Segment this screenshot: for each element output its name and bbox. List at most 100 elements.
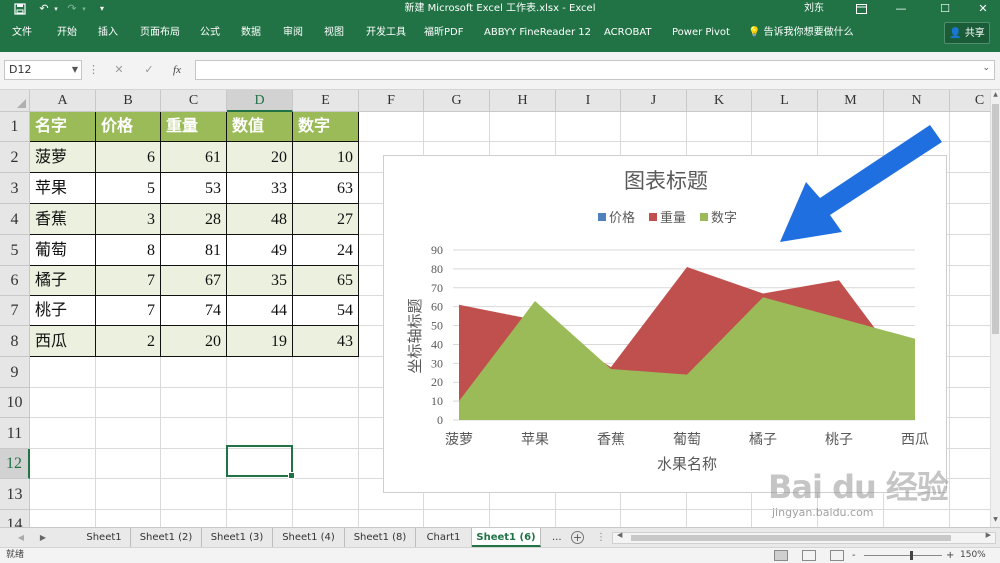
table-cell[interactable]: 48	[227, 204, 293, 235]
sheet-prev-icon[interactable]: ◀	[14, 528, 28, 548]
column-header-a[interactable]: A	[30, 90, 96, 112]
vertical-scrollbar[interactable]: ▲ ▼	[990, 90, 1000, 527]
table-cell[interactable]: 65	[293, 266, 359, 296]
table-cell[interactable]: 49	[227, 235, 293, 266]
row-header-1[interactable]: 1	[0, 112, 30, 142]
horizontal-scrollbar[interactable]: ◀ ▶	[612, 531, 996, 544]
sheet-tab-5[interactable]: Chart1	[416, 528, 472, 547]
row-header-10[interactable]: 10	[0, 388, 30, 418]
column-header-d[interactable]: D	[227, 90, 293, 112]
zoom-level[interactable]: 150%	[960, 548, 986, 563]
column-header-n[interactable]: N	[884, 90, 950, 112]
row-header-2[interactable]: 2	[0, 142, 30, 173]
table-header-cell[interactable]: 名字	[30, 112, 96, 142]
close-icon[interactable]: ✕	[968, 0, 998, 18]
sheet-tab-1[interactable]: Sheet1 (2)	[131, 528, 202, 547]
row-header-4[interactable]: 4	[0, 204, 30, 235]
table-cell[interactable]: 橘子	[30, 266, 96, 296]
vertical-scroll-thumb[interactable]	[992, 104, 999, 334]
table-cell[interactable]: 香蕉	[30, 204, 96, 235]
table-header-cell[interactable]: 数值	[227, 112, 293, 142]
zoom-slider-knob[interactable]	[910, 551, 913, 560]
table-cell[interactable]: 24	[293, 235, 359, 266]
table-cell[interactable]: 44	[227, 296, 293, 326]
tell-me-search[interactable]: 💡 告诉我你想要做什么	[748, 18, 854, 48]
ribbon-display-options-icon[interactable]	[846, 0, 876, 18]
table-cell[interactable]: 桃子	[30, 296, 96, 326]
table-cell[interactable]: 葡萄	[30, 235, 96, 266]
row-header-14[interactable]: 14	[0, 510, 30, 527]
tab-home[interactable]: 开始	[57, 18, 77, 48]
sheet-tab-6[interactable]: Sheet1 (6)	[472, 528, 541, 547]
table-cell[interactable]: 10	[293, 142, 359, 173]
scroll-left-icon[interactable]: ◀	[617, 531, 622, 539]
row-header-12[interactable]: 12	[0, 449, 30, 479]
table-header-cell[interactable]: 重量	[161, 112, 227, 142]
tab-data[interactable]: 数据	[241, 18, 261, 48]
tab-insert[interactable]: 插入	[98, 18, 118, 48]
tab-developer[interactable]: 开发工具	[366, 18, 406, 48]
formula-input[interactable]: ⌄	[195, 60, 995, 80]
expand-formula-bar-icon[interactable]: ⌄	[982, 63, 990, 73]
column-header-k[interactable]: K	[687, 90, 752, 112]
column-header-e[interactable]: E	[293, 90, 359, 112]
table-cell[interactable]: 菠萝	[30, 142, 96, 173]
tab-formulas[interactable]: 公式	[200, 18, 220, 48]
table-cell[interactable]: 54	[293, 296, 359, 326]
minimize-icon[interactable]: —	[886, 0, 916, 18]
more-sheets[interactable]: ...	[552, 528, 562, 547]
row-header-5[interactable]: 5	[0, 235, 30, 266]
page-layout-view-icon[interactable]	[802, 550, 816, 561]
table-cell[interactable]: 53	[161, 173, 227, 204]
select-all-button[interactable]	[0, 90, 30, 112]
row-header-11[interactable]: 11	[0, 418, 30, 449]
table-cell[interactable]: 7	[96, 296, 161, 326]
column-header-h[interactable]: H	[490, 90, 556, 112]
sheet-tab-3[interactable]: Sheet1 (4)	[273, 528, 345, 547]
restore-icon[interactable]: ☐	[930, 0, 960, 18]
tab-view[interactable]: 视图	[324, 18, 344, 48]
table-cell[interactable]: 6	[96, 142, 161, 173]
table-cell[interactable]: 74	[161, 296, 227, 326]
row-header-3[interactable]: 3	[0, 173, 30, 204]
tab-page-layout[interactable]: 页面布局	[140, 18, 180, 48]
horizontal-scroll-thumb[interactable]	[631, 535, 951, 541]
zoom-slider[interactable]	[864, 555, 942, 556]
insert-function-icon[interactable]: fx	[168, 60, 186, 80]
column-header-m[interactable]: M	[818, 90, 884, 112]
column-header-f[interactable]: F	[359, 90, 424, 112]
table-cell[interactable]: 5	[96, 173, 161, 204]
table-cell[interactable]: 33	[227, 173, 293, 204]
column-header-i[interactable]: I	[556, 90, 621, 112]
sheet-tab-0[interactable]: Sheet1	[78, 528, 131, 547]
row-header-7[interactable]: 7	[0, 296, 30, 326]
scroll-down-icon[interactable]: ▼	[991, 515, 1000, 525]
table-cell[interactable]: 西瓜	[30, 326, 96, 357]
row-header-6[interactable]: 6	[0, 266, 30, 296]
column-header-g[interactable]: G	[424, 90, 490, 112]
page-break-view-icon[interactable]	[830, 550, 844, 561]
table-cell[interactable]: 19	[227, 326, 293, 357]
table-cell[interactable]: 苹果	[30, 173, 96, 204]
add-sheet-icon[interactable]: +	[571, 531, 584, 544]
zoom-in-button[interactable]: +	[946, 548, 954, 563]
table-cell[interactable]: 43	[293, 326, 359, 357]
cancel-icon[interactable]: ✕	[110, 60, 128, 80]
table-cell[interactable]: 8	[96, 235, 161, 266]
column-header-b[interactable]: B	[96, 90, 161, 112]
column-header-l[interactable]: L	[752, 90, 818, 112]
table-cell[interactable]: 63	[293, 173, 359, 204]
table-header-cell[interactable]: 数字	[293, 112, 359, 142]
table-header-cell[interactable]: 价格	[96, 112, 161, 142]
tab-foxit-pdf[interactable]: 福昕PDF	[424, 18, 463, 48]
normal-view-icon[interactable]	[774, 550, 788, 561]
tab-review[interactable]: 审阅	[283, 18, 303, 48]
tab-file[interactable]: 文件	[12, 18, 32, 48]
column-header-c[interactable]: C	[161, 90, 227, 112]
sheet-tab-2[interactable]: Sheet1 (3)	[202, 528, 273, 547]
row-header-9[interactable]: 9	[0, 357, 30, 388]
enter-icon[interactable]: ✓	[140, 60, 158, 80]
table-cell[interactable]: 3	[96, 204, 161, 235]
column-header-j[interactable]: J	[621, 90, 687, 112]
table-cell[interactable]: 81	[161, 235, 227, 266]
